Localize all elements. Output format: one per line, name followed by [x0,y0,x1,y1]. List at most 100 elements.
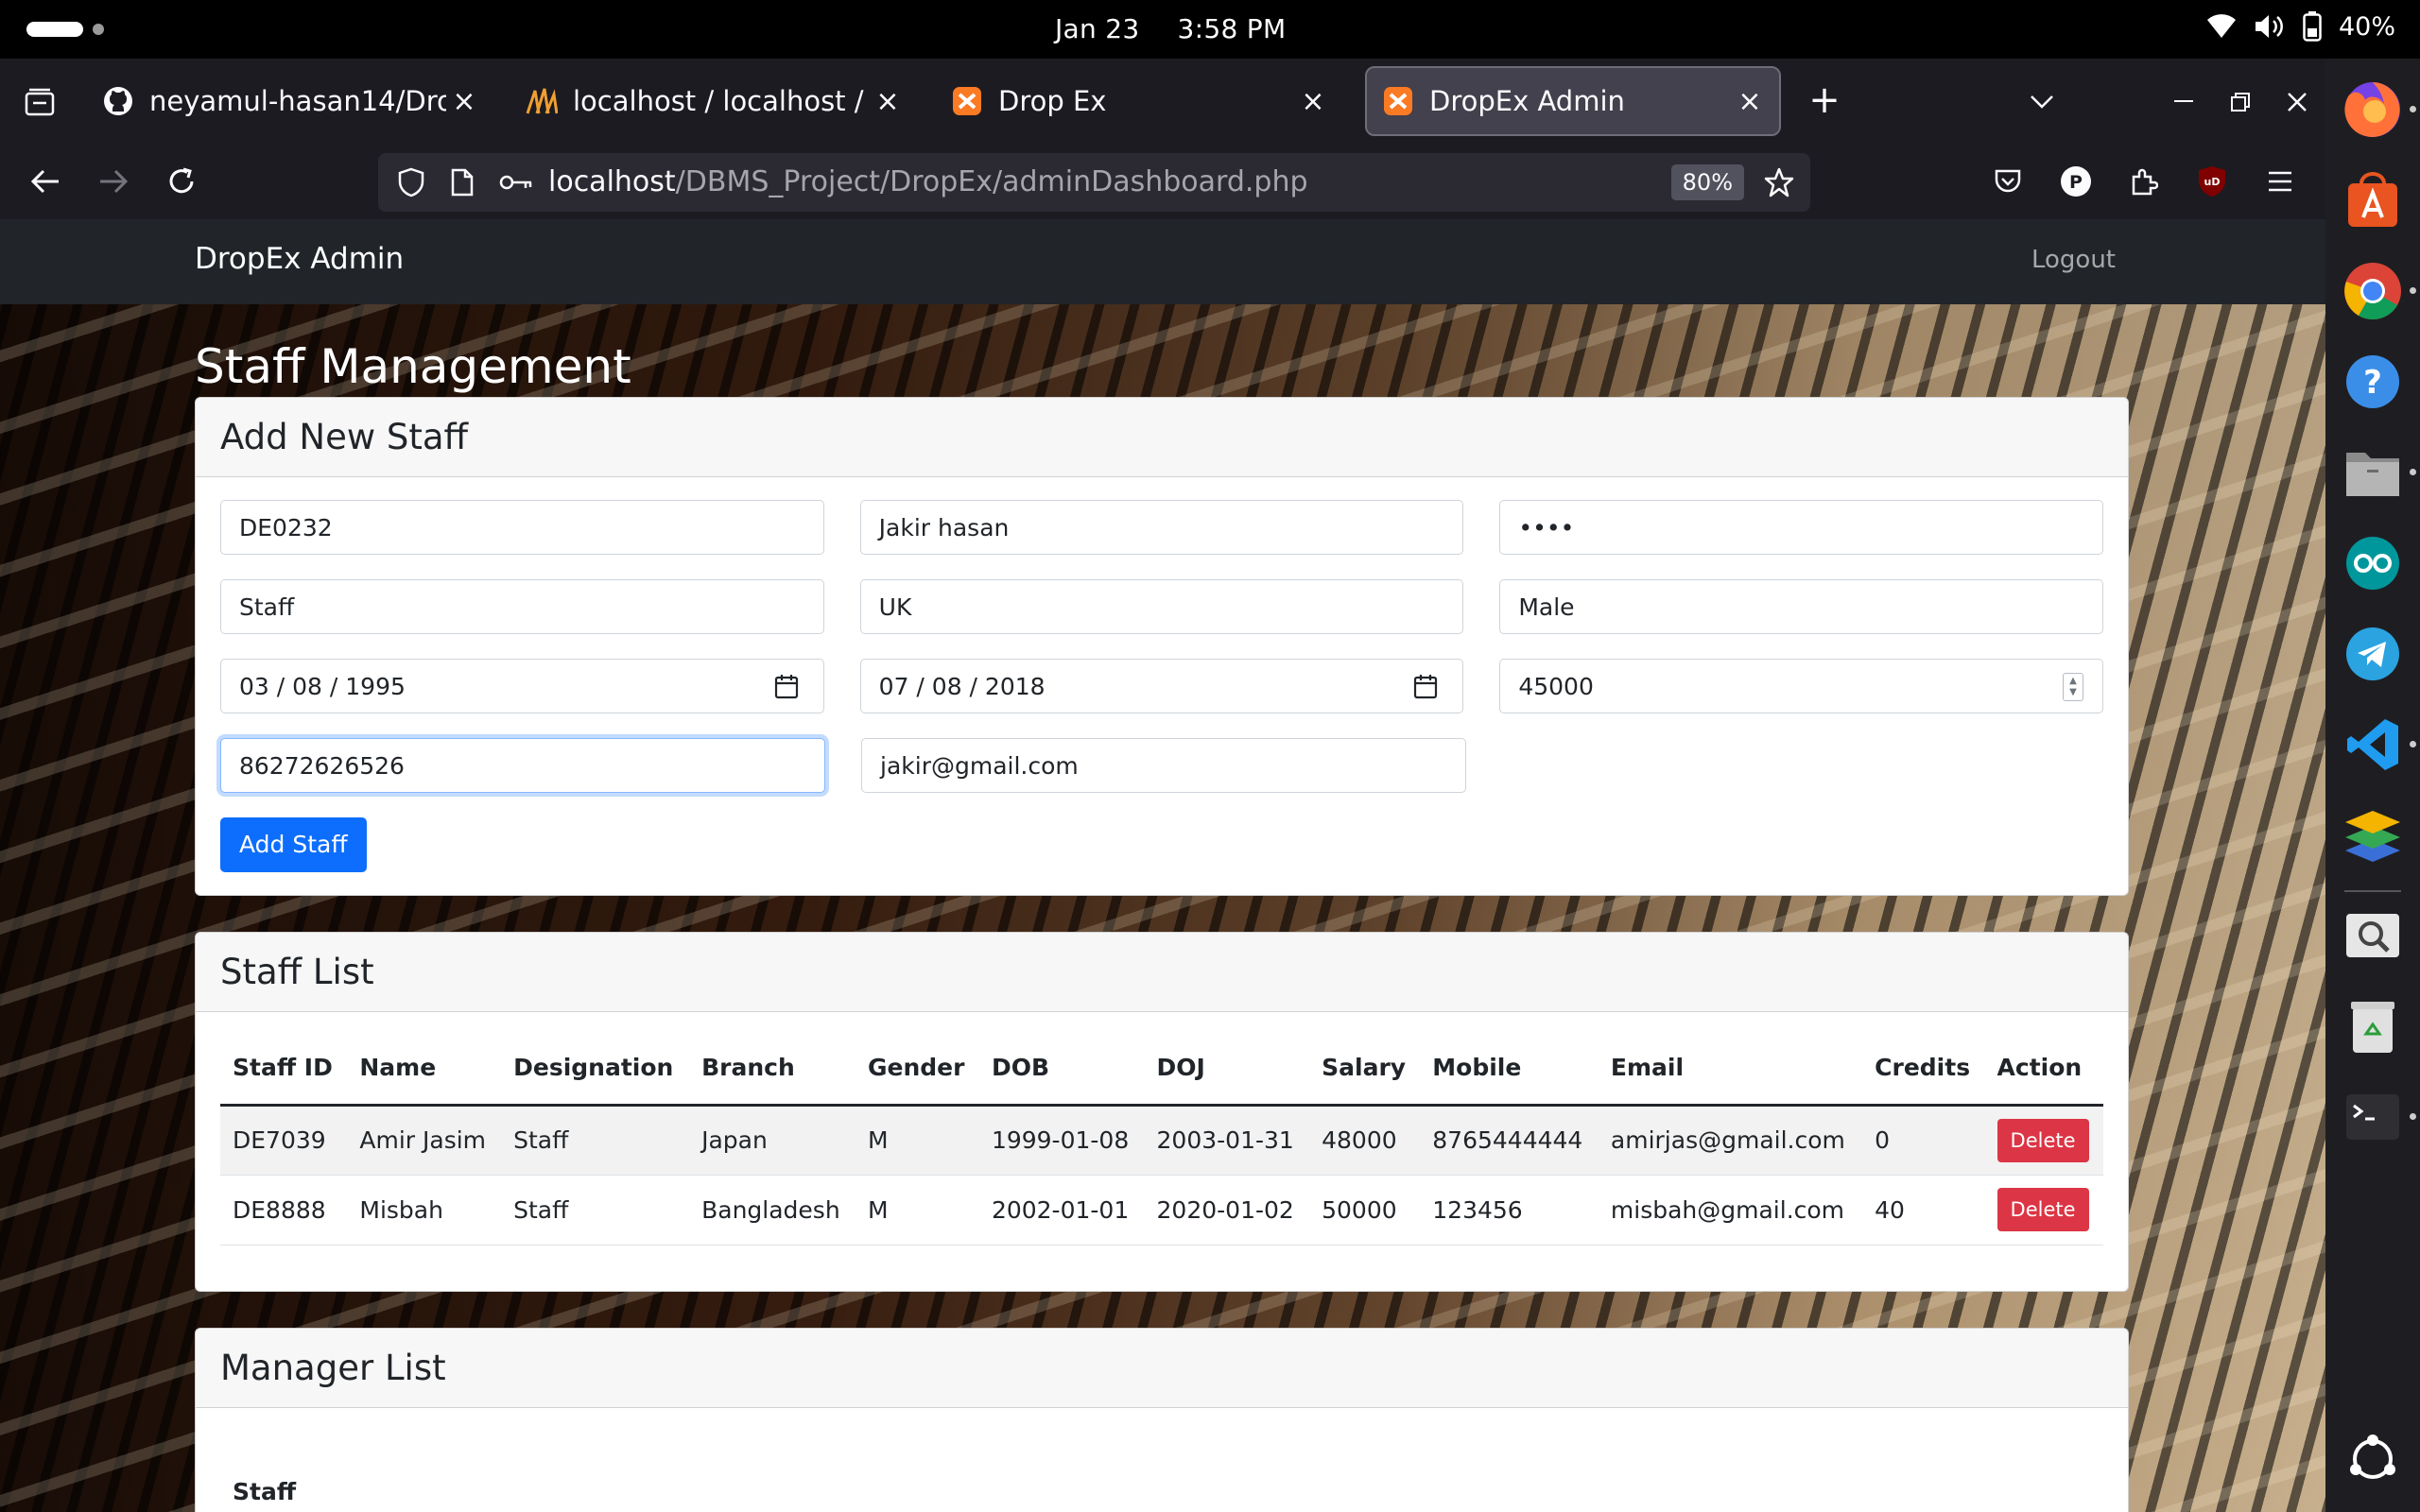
telegram-icon[interactable] [2342,624,2403,684]
tab-github[interactable]: neyamul-hasan14/DropEx × [87,68,493,134]
xampp-icon [1382,85,1414,117]
chrome-icon[interactable] [2342,261,2416,321]
list-tabs-chevron-down-icon[interactable] [2023,83,2061,121]
show-apps-icon[interactable] [2342,1429,2403,1489]
tab-title: neyamul-hasan14/DropEx [149,85,446,117]
table-row: DE8888 Misbah Staff Bangladesh M 2002-01… [220,1175,2103,1246]
tab-phpmyadmin[interactable]: localhost / localhost / Dro × [510,68,917,134]
clock[interactable]: Jan 23 3:58 PM [1055,13,1286,44]
app-center-icon[interactable] [2342,170,2403,231]
cell-doj: 2020-01-02 [1144,1175,1310,1246]
doj-date-input[interactable]: 07 / 08 / 2018 [859,659,1464,713]
column-header: DOB [978,1031,1145,1107]
ubuntu-dock: ? [2325,59,2420,1512]
tab-title: Drop Ex [998,85,1107,117]
help-icon[interactable]: ? [2342,352,2403,412]
dock-separator [2344,890,2401,892]
tab-dropex-admin[interactable]: DropEx Admin × [1365,66,1781,136]
close-tab-icon[interactable]: × [1295,83,1331,119]
email-input[interactable]: jakir@gmail.com [861,738,1466,793]
cell-dob: 1999-01-08 [978,1105,1145,1176]
manager-list-card: Manager List StaffID Name Designation Br… [195,1327,2129,1512]
url-text[interactable]: localhost/DBMS_Project/DropEx/adminDashb… [548,165,1308,198]
system-top-bar: Jan 23 3:58 PM 40% [0,0,2420,59]
address-bar[interactable]: localhost/DBMS_Project/DropEx/adminDashb… [378,153,1810,212]
zoom-level[interactable]: 80% [1670,164,1744,200]
restore-icon[interactable] [2221,83,2259,121]
reload-icon[interactable] [161,163,202,200]
tab-drop-ex[interactable]: Drop Ex × [936,68,1342,134]
salary-value: 45000 [1518,672,1594,700]
system-tray[interactable]: 40% [2206,11,2395,42]
mobile-input[interactable]: 86272626526 [220,738,825,793]
ublock-origin-icon[interactable]: uD [2193,163,2231,200]
name-input[interactable]: Jakir hasan [859,500,1464,555]
screenshot-magnifier-icon[interactable] [2342,905,2403,966]
column-header: Gender [822,1427,972,1512]
dob-date-input[interactable]: 03 / 08 / 1995 [220,659,824,713]
back-icon[interactable] [25,163,66,200]
cell-salary: 48000 [1309,1105,1421,1176]
cell-staff-id: DE8888 [220,1175,348,1246]
trash-icon[interactable] [2342,996,2403,1057]
key-icon[interactable] [497,166,535,198]
url-path: /DBMS_Project/DropEx/adminDashboard.php [675,165,1308,198]
cell-designation: Staff [501,1105,690,1176]
url-host: localhost [548,165,676,198]
menu-hamburger-icon[interactable] [2261,163,2299,200]
bookmark-star-icon[interactable] [1763,166,1795,198]
add-staff-button[interactable]: Add Staff [220,817,367,872]
column-header: Designation [501,1031,690,1107]
calendar-icon[interactable] [774,673,799,705]
navbar-brand[interactable]: DropEx Admin [195,242,404,276]
github-icon [102,85,134,117]
close-window-icon[interactable] [2278,83,2316,121]
terminal-icon[interactable] [2342,1087,2416,1147]
firefox-icon[interactable] [2342,79,2416,140]
close-tab-icon[interactable]: × [870,83,906,119]
forward-icon[interactable] [93,163,134,200]
column-header: Designation [452,1427,678,1512]
logout-link[interactable]: Logout [2031,246,2116,274]
account-avatar[interactable]: P [2057,163,2095,200]
shield-icon[interactable] [395,166,427,198]
close-tab-icon[interactable]: × [1732,83,1768,119]
cell-staff-id: DE7039 [220,1105,348,1176]
svg-text:uD: uD [2204,176,2221,188]
gender-input[interactable]: Male [1499,579,2104,634]
column-header: Name [347,1031,502,1107]
branch-input[interactable]: UK [859,579,1464,634]
extensions-icon[interactable] [2125,163,2163,200]
arduino-icon[interactable] [2342,533,2403,593]
files-icon[interactable] [2342,442,2416,503]
layers-icon[interactable] [2342,805,2403,866]
password-input[interactable]: •••• [1499,500,2104,555]
column-header-staff-id: StaffID [220,1427,328,1512]
manager-table: StaffID Name Designation Branch Gender D… [220,1427,2103,1512]
add-staff-header: Add New Staff [196,398,2128,477]
manager-list-header: Manager List [196,1328,2128,1408]
page-info-icon[interactable] [446,166,478,198]
designation-input[interactable]: Staff [220,579,824,634]
delete-button[interactable]: Delete [1996,1118,2089,1162]
workspace-indicator [93,24,104,35]
activities-button[interactable] [26,22,104,37]
column-header: Gender [856,1031,979,1107]
column-header: Email [1598,1031,1863,1107]
vscode-icon[interactable] [2342,714,2416,775]
delete-button[interactable]: Delete [1996,1188,2089,1231]
pocket-icon[interactable] [1989,163,2027,200]
new-tab-button[interactable]: + [1806,78,1843,122]
salary-number-input[interactable]: 45000 ▲ ▼ [1499,659,2104,713]
staff-id-input[interactable]: DE0232 [220,500,824,555]
cell-gender: M [856,1105,979,1176]
calendar-icon[interactable] [1413,673,1438,705]
number-spinner-icon[interactable]: ▲ ▼ [2063,673,2084,701]
volume-icon [2254,12,2286,41]
close-tab-icon[interactable]: × [446,83,482,119]
tab-bar: neyamul-hasan14/DropEx × localhost / loc… [0,59,2325,144]
svg-text:?: ? [2363,364,2382,402]
cell-credits: 0 [1862,1105,1985,1176]
firefox-view-icon[interactable] [21,83,59,121]
minimize-icon[interactable] [2165,83,2203,121]
